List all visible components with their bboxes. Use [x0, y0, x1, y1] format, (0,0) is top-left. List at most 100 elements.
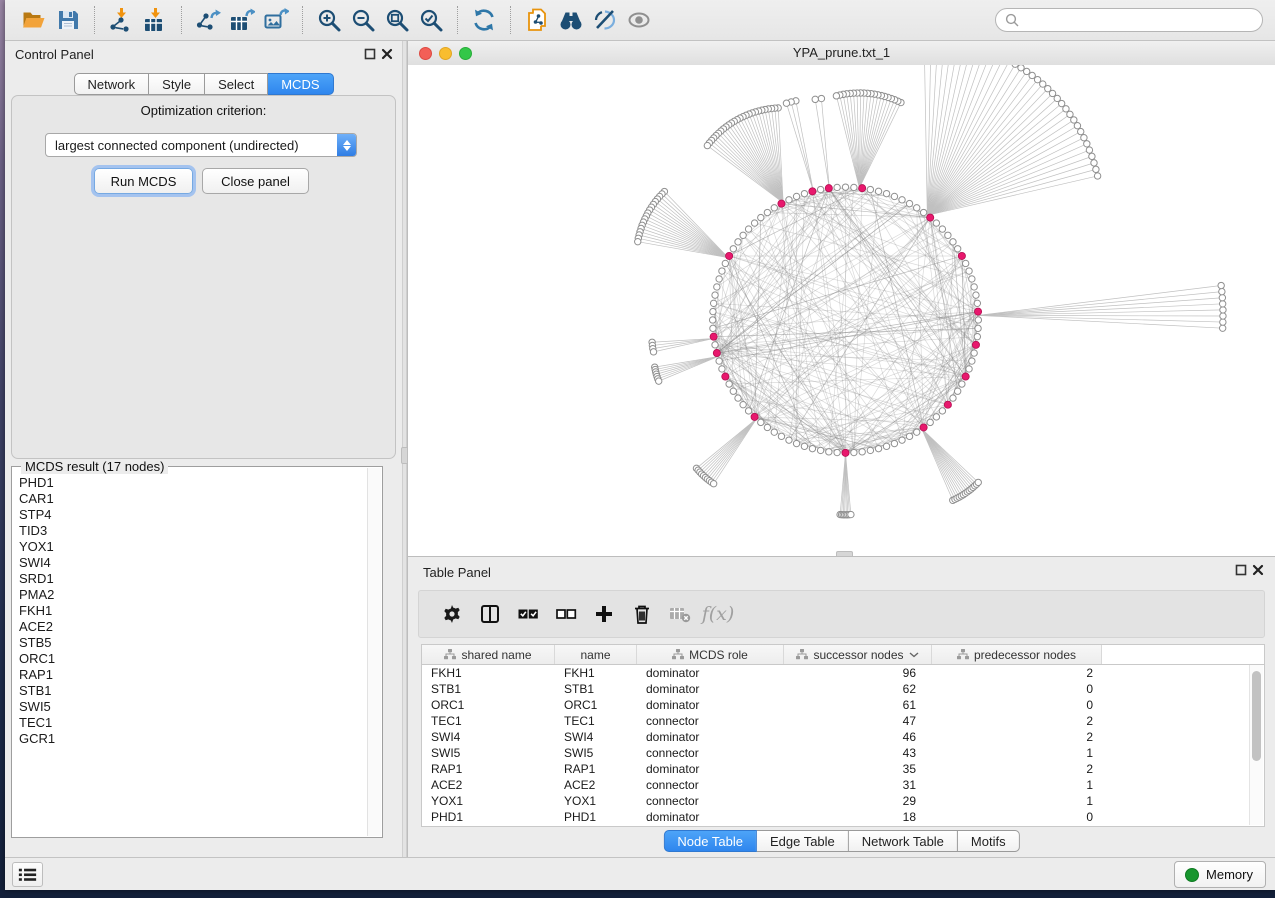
- mcds-result-item[interactable]: RAP1: [19, 667, 368, 683]
- table-cell: SWI4: [555, 730, 637, 744]
- export-image-icon[interactable]: [259, 4, 293, 36]
- table-cell: RAP1: [422, 762, 555, 776]
- tab-edge-table[interactable]: Edge Table: [757, 830, 849, 852]
- zoom-out-icon[interactable]: [346, 4, 380, 36]
- zoom-in-icon[interactable]: [312, 4, 346, 36]
- export-table-icon[interactable]: [225, 4, 259, 36]
- table-panel-title: Table Panel: [423, 565, 491, 580]
- table-cell: 1: [932, 794, 1102, 808]
- network-graph: [408, 65, 1275, 556]
- search-field[interactable]: [995, 8, 1263, 32]
- toolbar-group: [104, 4, 172, 36]
- column-header-shared-name[interactable]: shared name: [422, 645, 555, 664]
- table-cell: FKH1: [422, 666, 555, 680]
- tab-mcds[interactable]: MCDS: [268, 73, 333, 95]
- table-cell: connector: [637, 746, 784, 760]
- table-row[interactable]: RAP1RAP1dominator352: [422, 761, 1264, 777]
- mcds-result-item[interactable]: PMA2: [19, 587, 368, 603]
- float-table-panel-icon[interactable]: [1235, 564, 1247, 576]
- tab-network-table[interactable]: Network Table: [849, 830, 958, 852]
- tab-network[interactable]: Network: [73, 73, 149, 95]
- close-table-panel-icon[interactable]: [1252, 564, 1264, 576]
- table-row[interactable]: YOX1YOX1connector291: [422, 793, 1264, 809]
- network-canvas[interactable]: [408, 65, 1275, 556]
- clone-network-icon[interactable]: [520, 4, 554, 36]
- close-panel-button[interactable]: Close panel: [202, 168, 309, 194]
- table-row[interactable]: TEC1TEC1connector472: [422, 713, 1264, 729]
- mcds-result-item[interactable]: YOX1: [19, 539, 368, 555]
- table-row[interactable]: FKH1FKH1dominator962: [422, 665, 1264, 681]
- refresh-layout-icon[interactable]: [467, 4, 501, 36]
- table-row[interactable]: SWI4SWI4dominator462: [422, 729, 1264, 745]
- table-cell: 61: [784, 698, 932, 712]
- select-all-rows-icon[interactable]: [509, 596, 547, 632]
- node-table-header: shared name name MCDS rolesuccessor nodesp…: [422, 645, 1264, 665]
- table-row[interactable]: ORC1ORC1dominator610: [422, 697, 1264, 713]
- mcds-result-item[interactable]: GCR1: [19, 731, 368, 747]
- column-label: name: [580, 648, 610, 662]
- mcds-result-item[interactable]: TEC1: [19, 715, 368, 731]
- tab-node-table[interactable]: Node Table: [663, 830, 757, 852]
- deselect-all-rows-icon[interactable]: [547, 596, 585, 632]
- import-network-icon[interactable]: [104, 4, 138, 36]
- mcds-result-item[interactable]: STB5: [19, 635, 368, 651]
- mcds-list-scrollbar[interactable]: [367, 468, 381, 836]
- table-cell: dominator: [637, 698, 784, 712]
- mcds-result-item[interactable]: ACE2: [19, 619, 368, 635]
- run-mcds-button[interactable]: Run MCDS: [94, 168, 193, 194]
- table-scrollbar-thumb[interactable]: [1252, 671, 1261, 761]
- table-cell: 2: [932, 762, 1102, 776]
- float-panel-icon[interactable]: [364, 48, 376, 60]
- zoom-selected-icon[interactable]: [414, 4, 448, 36]
- search-binoculars-icon[interactable]: [554, 4, 588, 36]
- close-panel-icon[interactable]: [381, 48, 393, 60]
- mcds-result-item[interactable]: TID3: [19, 523, 368, 539]
- table-row[interactable]: STB1STB1dominator620: [422, 681, 1264, 697]
- mcds-result-item[interactable]: PHD1: [19, 475, 368, 491]
- table-settings-icon[interactable]: [433, 596, 471, 632]
- open-file-icon[interactable]: [17, 4, 51, 36]
- table-cell: 62: [784, 682, 932, 696]
- column-header-name[interactable]: name: [555, 645, 637, 664]
- mcds-result-item[interactable]: SWI5: [19, 699, 368, 715]
- zoom-fit-icon[interactable]: [380, 4, 414, 36]
- table-cell: 0: [932, 698, 1102, 712]
- toolbar-separator: [94, 6, 95, 34]
- memory-button[interactable]: Memory: [1174, 861, 1266, 888]
- sort-desc-icon: [909, 652, 919, 658]
- table-row[interactable]: SWI5SWI5connector431: [422, 745, 1264, 761]
- vizmapper-slash-eye-icon[interactable]: [588, 4, 622, 36]
- table-cell: 47: [784, 714, 932, 728]
- column-header-predecessor-nodes[interactable]: predecessor nodes: [932, 645, 1102, 664]
- mcds-result-item[interactable]: ORC1: [19, 651, 368, 667]
- table-scrollbar[interactable]: [1249, 665, 1263, 825]
- add-column-icon[interactable]: [585, 596, 623, 632]
- mcds-result-item[interactable]: STP4: [19, 507, 368, 523]
- mcds-result-item[interactable]: SWI4: [19, 555, 368, 571]
- import-table-icon[interactable]: [138, 4, 172, 36]
- task-history-button[interactable]: [12, 862, 43, 887]
- column-layout-icon[interactable]: [471, 596, 509, 632]
- mcds-result-item[interactable]: SRD1: [19, 571, 368, 587]
- delete-column-icon[interactable]: [623, 596, 661, 632]
- save-session-icon[interactable]: [51, 4, 85, 36]
- table-cell: RAP1: [555, 762, 637, 776]
- mcds-result-item[interactable]: CAR1: [19, 491, 368, 507]
- tab-style[interactable]: Style: [149, 73, 205, 95]
- export-network-icon[interactable]: [191, 4, 225, 36]
- column-header-successor-nodes[interactable]: successor nodes: [784, 645, 932, 664]
- mcds-result-item[interactable]: FKH1: [19, 603, 368, 619]
- search-input[interactable]: [1025, 12, 1253, 29]
- table-cell: 2: [932, 714, 1102, 728]
- show-hide-eye-icon[interactable]: [622, 4, 656, 36]
- mcds-result-item[interactable]: STB1: [19, 683, 368, 699]
- table-row[interactable]: ACE2ACE2connector311: [422, 777, 1264, 793]
- table-cell: PHD1: [422, 810, 555, 824]
- tab-select[interactable]: Select: [205, 73, 268, 95]
- column-header-MCDS-role[interactable]: MCDS role: [637, 645, 784, 664]
- table-cell: 31: [784, 778, 932, 792]
- criterion-select[interactable]: largest connected component (undirected): [45, 133, 357, 157]
- shared-column-icon: [444, 649, 456, 660]
- table-row[interactable]: PHD1PHD1dominator180: [422, 809, 1264, 825]
- tab-motifs[interactable]: Motifs: [958, 830, 1020, 852]
